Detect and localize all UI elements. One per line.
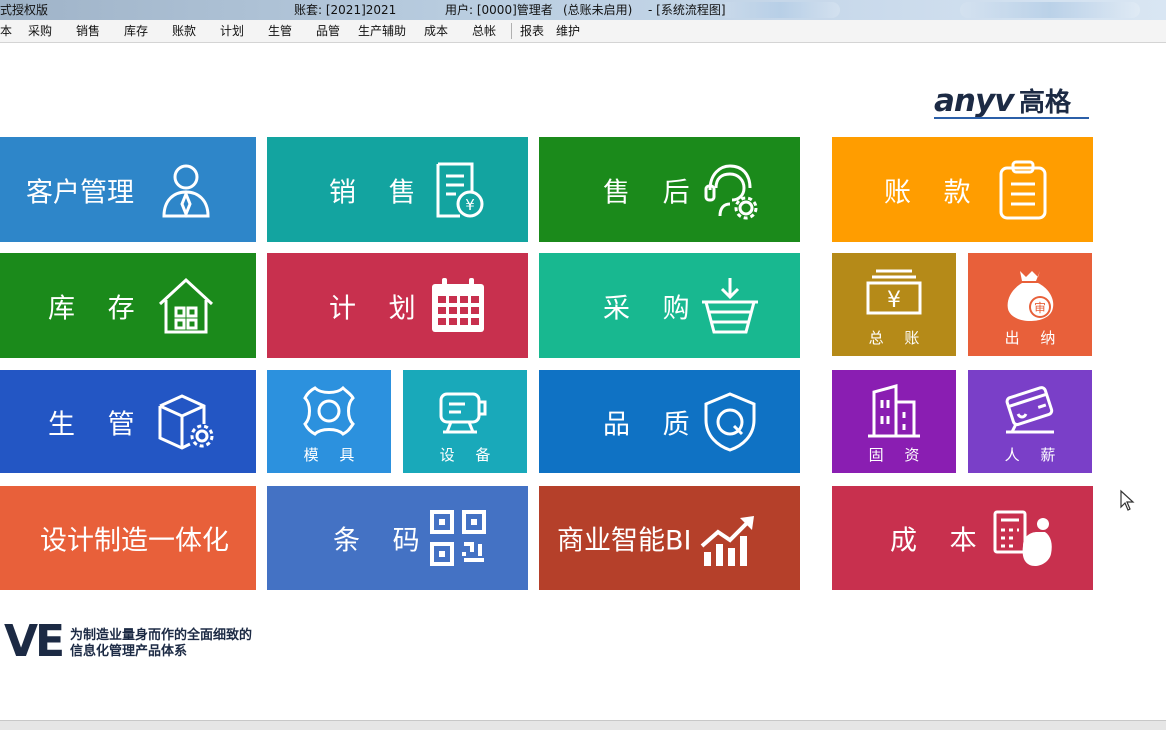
tile-label: 人 薪	[1004, 446, 1064, 464]
menu-plan[interactable]: 计划	[220, 20, 244, 42]
tile-label: 出 纳	[1004, 329, 1064, 347]
tile-label: 品 质	[603, 409, 702, 440]
tile-payroll[interactable]: 人 薪	[968, 370, 1092, 473]
slogan-line-1: 为制造业量身而作的全面细致的	[70, 628, 253, 643]
tile-label: 总 账	[868, 329, 928, 347]
slogan-line-2: 信息化管理产品体系	[70, 644, 188, 659]
tile-label: 条 码	[333, 525, 432, 557]
svg-text:¥: ¥	[465, 196, 475, 214]
customer-person-icon	[156, 160, 216, 220]
mold-icon	[301, 384, 357, 438]
tile-label: 模 具	[303, 446, 363, 464]
bar-chart-trend-icon	[700, 508, 760, 568]
title-bar-decoration	[960, 2, 1140, 18]
mouse-cursor-icon	[1120, 489, 1135, 512]
building-icon	[866, 384, 922, 438]
menu-accounts[interactable]: 账款	[172, 20, 196, 42]
tile-design-manufacturing[interactable]: 设计制造一体化	[0, 486, 256, 590]
tile-label: 设 备	[439, 446, 499, 464]
tile-label: 库 存	[48, 293, 147, 324]
tile-after-sales[interactable]: 售 后	[539, 137, 800, 242]
menu-sales[interactable]: 销售	[76, 20, 100, 42]
tile-label: 客户管理	[26, 177, 134, 208]
ledger-register-icon: ¥	[866, 267, 922, 321]
tile-label: 固 资	[868, 446, 928, 464]
menu-reports[interactable]: 报表	[520, 20, 544, 42]
menu-maintenance[interactable]: 维护	[556, 20, 580, 42]
tile-label: 销 售	[329, 177, 428, 208]
warehouse-icon	[156, 276, 216, 336]
sales-receipt-icon: ¥	[428, 160, 488, 220]
money-bag-icon: 审	[1002, 267, 1058, 321]
quality-shield-icon	[700, 391, 760, 452]
cube-gear-icon	[156, 392, 216, 452]
menu-bar: 本 采购 销售 库存 账款 计划 生管 品管 生产辅助 成本 总帐 报表 维护	[0, 20, 1166, 43]
svg-text:¥: ¥	[1031, 543, 1041, 562]
tile-label: 生 管	[48, 409, 147, 440]
tile-cashier[interactable]: 审 出 纳	[968, 253, 1092, 356]
menu-cost[interactable]: 成本	[424, 20, 448, 42]
brand-logo-en: anyv	[934, 83, 1014, 119]
brand-logo-cn: 高格	[1018, 88, 1071, 118]
tile-general-ledger[interactable]: ¥ 总 账	[832, 253, 956, 356]
tile-purchase[interactable]: 采 购	[539, 253, 800, 358]
title-bar-decoration	[720, 2, 840, 18]
salary-card-icon	[1002, 384, 1058, 438]
tile-label: 计 划	[329, 293, 428, 324]
title-bar: 式授权版 账套: [2021]2021 用户: [0000]管理者 (总账未启用…	[0, 0, 1166, 20]
slogan-logo-mark: VE	[4, 616, 65, 667]
ledger-status: (总账未启用)	[563, 3, 633, 17]
app-title: 式授权版	[0, 3, 49, 17]
view-label: - [系统流程图]	[648, 3, 726, 17]
tile-label: 商业智能BI	[557, 525, 692, 557]
slogan-text: 为制造业量身而作的全面细致的 信息化管理产品体系	[70, 628, 252, 660]
account-label: 账套: [2021]2021	[294, 3, 397, 17]
brand-logo: anyv 高格	[934, 82, 1071, 119]
tile-label: 账 款	[884, 177, 983, 208]
svg-text:审: 审	[1034, 300, 1046, 315]
qr-code-icon	[428, 508, 488, 568]
tile-fixed-assets[interactable]: 固 资	[832, 370, 956, 473]
menu-quality[interactable]: 品管	[316, 20, 340, 42]
tile-label: 设计制造一体化	[40, 525, 229, 557]
headset-service-icon	[700, 160, 760, 220]
tile-label: 成 本	[890, 525, 989, 557]
tile-cost[interactable]: 成 本 ¥	[832, 486, 1093, 590]
tile-accounts[interactable]: 账 款	[832, 137, 1093, 242]
menu-production[interactable]: 生管	[268, 20, 292, 42]
menu-inventory[interactable]: 库存	[124, 20, 148, 42]
tile-business-intelligence[interactable]: 商业智能BI	[539, 486, 800, 590]
menu-general-ledger[interactable]: 总帐	[472, 20, 496, 42]
clipboard-icon	[993, 160, 1053, 220]
svg-text:¥: ¥	[887, 288, 901, 313]
tile-equipment[interactable]: 设 备	[403, 370, 527, 473]
tile-plan[interactable]: 计 划	[267, 253, 528, 358]
tile-customer-management[interactable]: 客户管理	[0, 137, 256, 242]
tile-quality[interactable]: 品 质	[539, 370, 800, 473]
tile-barcode[interactable]: 条 码	[267, 486, 528, 590]
menu-production-aux[interactable]: 生产辅助	[358, 20, 406, 42]
user-label: 用户: [0000]管理者	[445, 3, 553, 17]
shopping-basket-icon	[700, 276, 760, 336]
menu-basic[interactable]: 本	[0, 20, 12, 42]
tile-label: 采 购	[603, 293, 702, 324]
tile-label: 售 后	[603, 177, 702, 208]
tile-mold[interactable]: 模 具	[267, 370, 391, 473]
calculator-money-icon: ¥	[993, 508, 1053, 568]
menu-purchase[interactable]: 采购	[28, 20, 52, 42]
tile-sales[interactable]: 销 售 ¥	[267, 137, 528, 242]
calendar-icon	[428, 276, 488, 336]
motor-icon	[437, 384, 493, 438]
brand-logo-underline	[934, 117, 1089, 119]
tile-inventory[interactable]: 库 存	[0, 253, 256, 358]
menu-separator	[511, 23, 512, 39]
tile-production-management[interactable]: 生 管	[0, 370, 256, 473]
